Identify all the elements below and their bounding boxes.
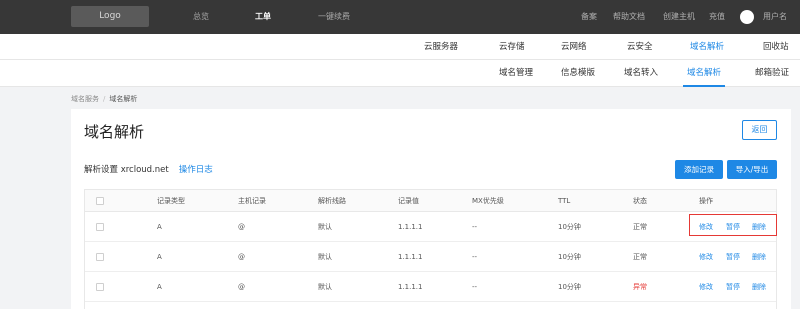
- dns-records-table: 记录类型 主机记录 解析线路 记录值 MX优先级 TTL 状态 操作 A @ 默…: [84, 189, 777, 309]
- table-header: 记录类型 主机记录 解析线路 记录值 MX优先级 TTL 状态 操作: [85, 190, 776, 212]
- actions-highlight-box: [689, 214, 777, 236]
- cell-host: @: [238, 223, 245, 231]
- topnav-overview[interactable]: 总览: [193, 0, 209, 34]
- prodnav-cloud-server[interactable]: 云服务器: [424, 34, 458, 60]
- breadcrumb: 域名服务 / 域名解析: [71, 94, 137, 104]
- top-bar: Logo 总览 工单 一键续费 备案 帮助文档 创建主机 充值 用户名: [0, 0, 800, 34]
- prodnav-recycle-bin[interactable]: 回收站: [763, 34, 789, 60]
- breadcrumb-domain-service[interactable]: 域名服务: [71, 95, 99, 103]
- link-help-docs[interactable]: 帮助文档: [613, 0, 645, 34]
- link-recharge[interactable]: 充值: [709, 0, 725, 34]
- product-nav: 云服务器 云存储 云网络 云安全 域名解析 回收站: [0, 34, 800, 60]
- prodnav-cloud-security[interactable]: 云安全: [627, 34, 653, 60]
- domain-settings-label: 解析设置 xrcloud.net 操作日志: [84, 163, 213, 175]
- logo[interactable]: Logo: [71, 6, 149, 27]
- cell-host: @: [238, 283, 245, 291]
- cell-host: @: [238, 253, 245, 261]
- cell-type: A: [157, 253, 162, 261]
- page-title: 域名解析: [84, 123, 145, 141]
- header-record-value: 记录值: [398, 197, 419, 205]
- cell-mx: --: [472, 283, 478, 291]
- header-status: 状态: [633, 197, 647, 205]
- back-button[interactable]: 返回: [742, 120, 777, 140]
- username[interactable]: 用户名: [763, 0, 787, 34]
- table-row: A @ 默认 1.1.1.1 -- 10分钟 异常 修改 暂停 删除: [85, 272, 776, 302]
- cell-mx: --: [472, 223, 478, 231]
- breadcrumb-separator: /: [103, 95, 106, 103]
- header-actions: 操作: [699, 197, 713, 205]
- row-checkbox[interactable]: [96, 253, 104, 261]
- cell-line: 默认: [318, 253, 332, 261]
- prodnav-cloud-network[interactable]: 云网络: [561, 34, 587, 60]
- row-checkbox[interactable]: [96, 223, 104, 231]
- topnav-tickets[interactable]: 工单: [255, 0, 271, 34]
- subnav-domain-management[interactable]: 域名管理: [499, 60, 533, 87]
- cell-ttl: 10分钟: [558, 283, 581, 291]
- header-host-record: 主机记录: [238, 197, 266, 205]
- cell-line: 默认: [318, 283, 332, 291]
- import-export-button[interactable]: 导入/导出: [727, 160, 777, 179]
- domain-label: 解析设置 xrcloud.net: [84, 165, 169, 175]
- pause-button[interactable]: 暂停: [726, 272, 740, 302]
- pause-button[interactable]: 暂停: [726, 242, 740, 272]
- avatar[interactable]: [740, 10, 754, 24]
- subnav-dns[interactable]: 域名解析: [683, 60, 726, 87]
- link-filing[interactable]: 备案: [581, 0, 597, 34]
- breadcrumb-current: 域名解析: [109, 95, 138, 103]
- subnav-email-verify[interactable]: 邮箱验证: [755, 60, 789, 87]
- cell-type: A: [157, 283, 162, 291]
- operation-log-link[interactable]: 操作日志: [179, 165, 213, 175]
- header-mx-priority: MX优先级: [472, 197, 504, 205]
- sub-nav: 域名管理 信息模版 域名转入 域名解析 邮箱验证: [0, 60, 800, 87]
- cell-type: A: [157, 223, 162, 231]
- cell-mx: --: [472, 253, 478, 261]
- content-card: 域名解析 返回 解析设置 xrcloud.net 操作日志 添加记录 导入/导出 …: [71, 109, 791, 309]
- edit-button[interactable]: 修改: [699, 242, 713, 272]
- cell-value: 1.1.1.1: [398, 253, 423, 261]
- cell-status: 异常: [633, 283, 647, 291]
- prodnav-cloud-storage[interactable]: 云存储: [499, 34, 525, 60]
- prodnav-dns[interactable]: 域名解析: [690, 34, 724, 60]
- header-record-type: 记录类型: [157, 197, 185, 205]
- header-ttl: TTL: [558, 197, 571, 205]
- edit-button[interactable]: 修改: [699, 272, 713, 302]
- cell-value: 1.1.1.1: [398, 283, 423, 291]
- cell-status: 正常: [633, 223, 647, 231]
- header-line: 解析线路: [318, 197, 346, 205]
- cell-ttl: 10分钟: [558, 223, 581, 231]
- topnav-renew[interactable]: 一键续费: [318, 0, 350, 34]
- select-all-checkbox[interactable]: [96, 197, 104, 205]
- row-checkbox[interactable]: [96, 283, 104, 291]
- cell-line: 默认: [318, 223, 332, 231]
- add-record-button[interactable]: 添加记录: [675, 160, 723, 179]
- cell-value: 1.1.1.1: [398, 223, 423, 231]
- link-create-host[interactable]: 创建主机: [663, 0, 695, 34]
- cell-ttl: 10分钟: [558, 253, 581, 261]
- cell-status: 正常: [633, 253, 647, 261]
- subnav-info-template[interactable]: 信息模版: [561, 60, 595, 87]
- delete-button[interactable]: 删除: [752, 242, 766, 272]
- table-row: A @ 默认 1.1.1.1 -- 10分钟 正常 修改 暂停 删除: [85, 212, 777, 242]
- subnav-domain-transfer[interactable]: 域名转入: [624, 60, 658, 87]
- table-row: A @ 默认 1.1.1.1 -- 10分钟 正常 修改 暂停 删除: [85, 242, 776, 272]
- delete-button[interactable]: 删除: [752, 272, 766, 302]
